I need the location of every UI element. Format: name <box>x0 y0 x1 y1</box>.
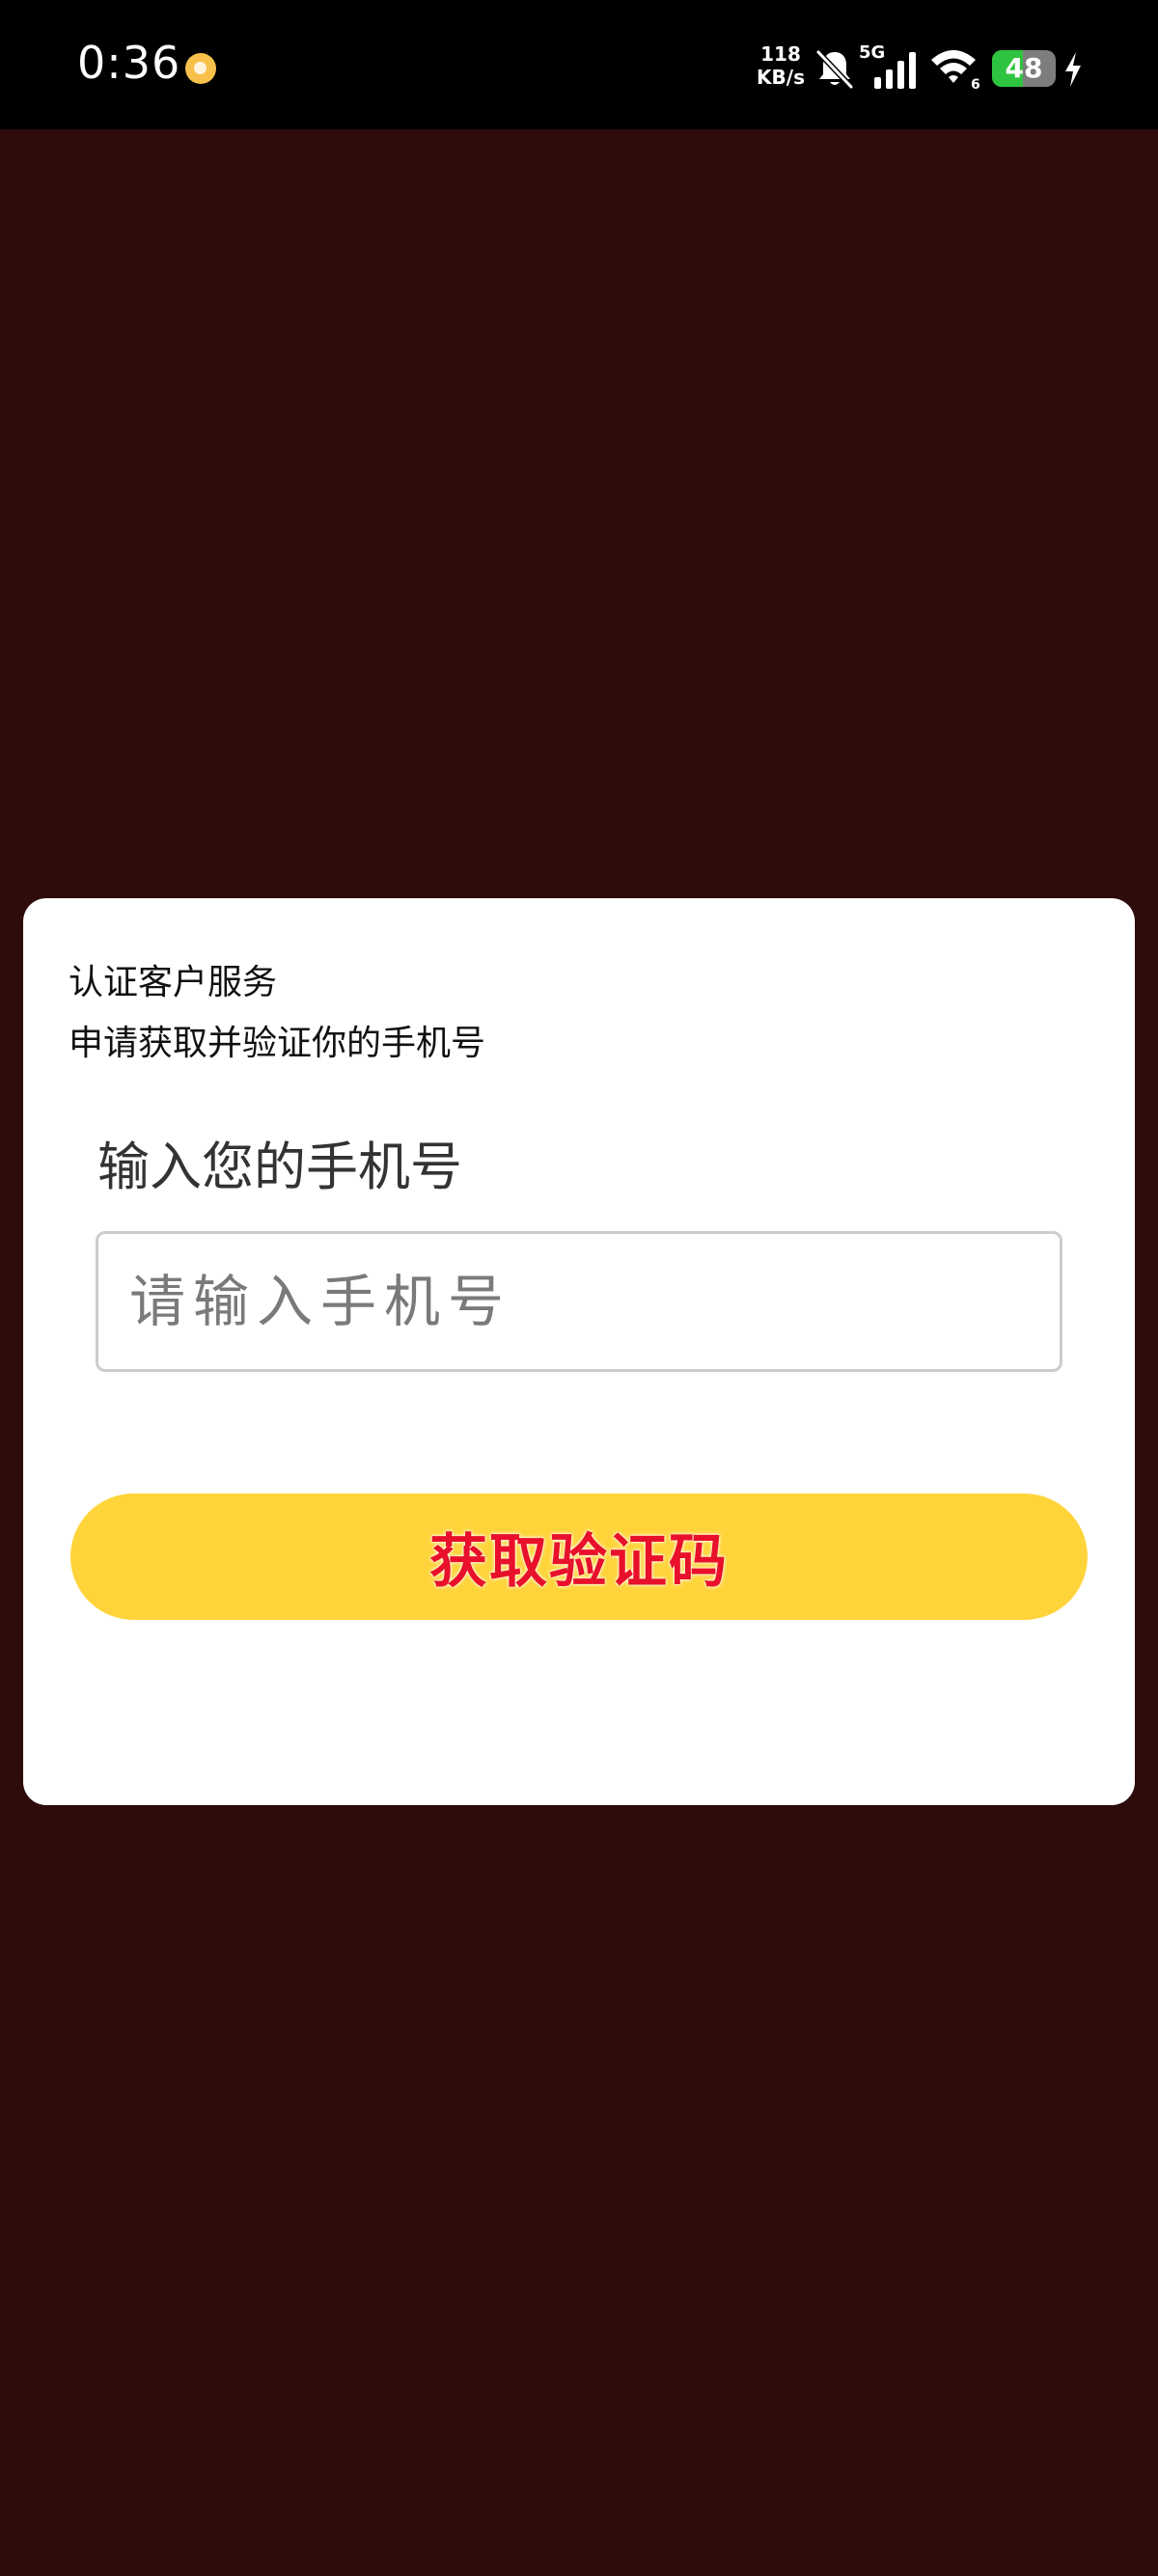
verification-card: 认证客户服务 申请获取并验证你的手机号 输入您的手机号 获取验证码 <box>23 898 1135 1805</box>
charging-bolt-icon <box>1065 52 1081 87</box>
status-time: 0:36 <box>77 37 181 89</box>
card-description: 申请获取并验证你的手机号 <box>69 1024 486 1063</box>
network-speed-value: 118 <box>760 42 801 66</box>
signal-icon <box>874 52 916 89</box>
get-code-button[interactable]: 获取验证码 <box>70 1494 1088 1620</box>
battery-percent: 48 <box>1005 52 1043 84</box>
wifi-icon: 6 <box>931 50 980 91</box>
phone-label: 输入您的手机号 <box>97 1137 462 1197</box>
app-notification-icon <box>185 53 216 84</box>
battery-icon: 48 <box>992 50 1056 87</box>
status-bar: 0:36 118 KB/s 5G 6 48 <box>0 0 1158 129</box>
signal-indicator: 5G <box>857 42 923 89</box>
card-title: 认证客户服务 <box>69 963 278 1002</box>
wifi-level: 6 <box>971 77 980 91</box>
network-speed: 118 KB/s <box>757 42 805 89</box>
network-speed-unit: KB/s <box>757 66 805 89</box>
bell-off-icon <box>815 49 854 90</box>
phone-input[interactable] <box>96 1231 1062 1372</box>
